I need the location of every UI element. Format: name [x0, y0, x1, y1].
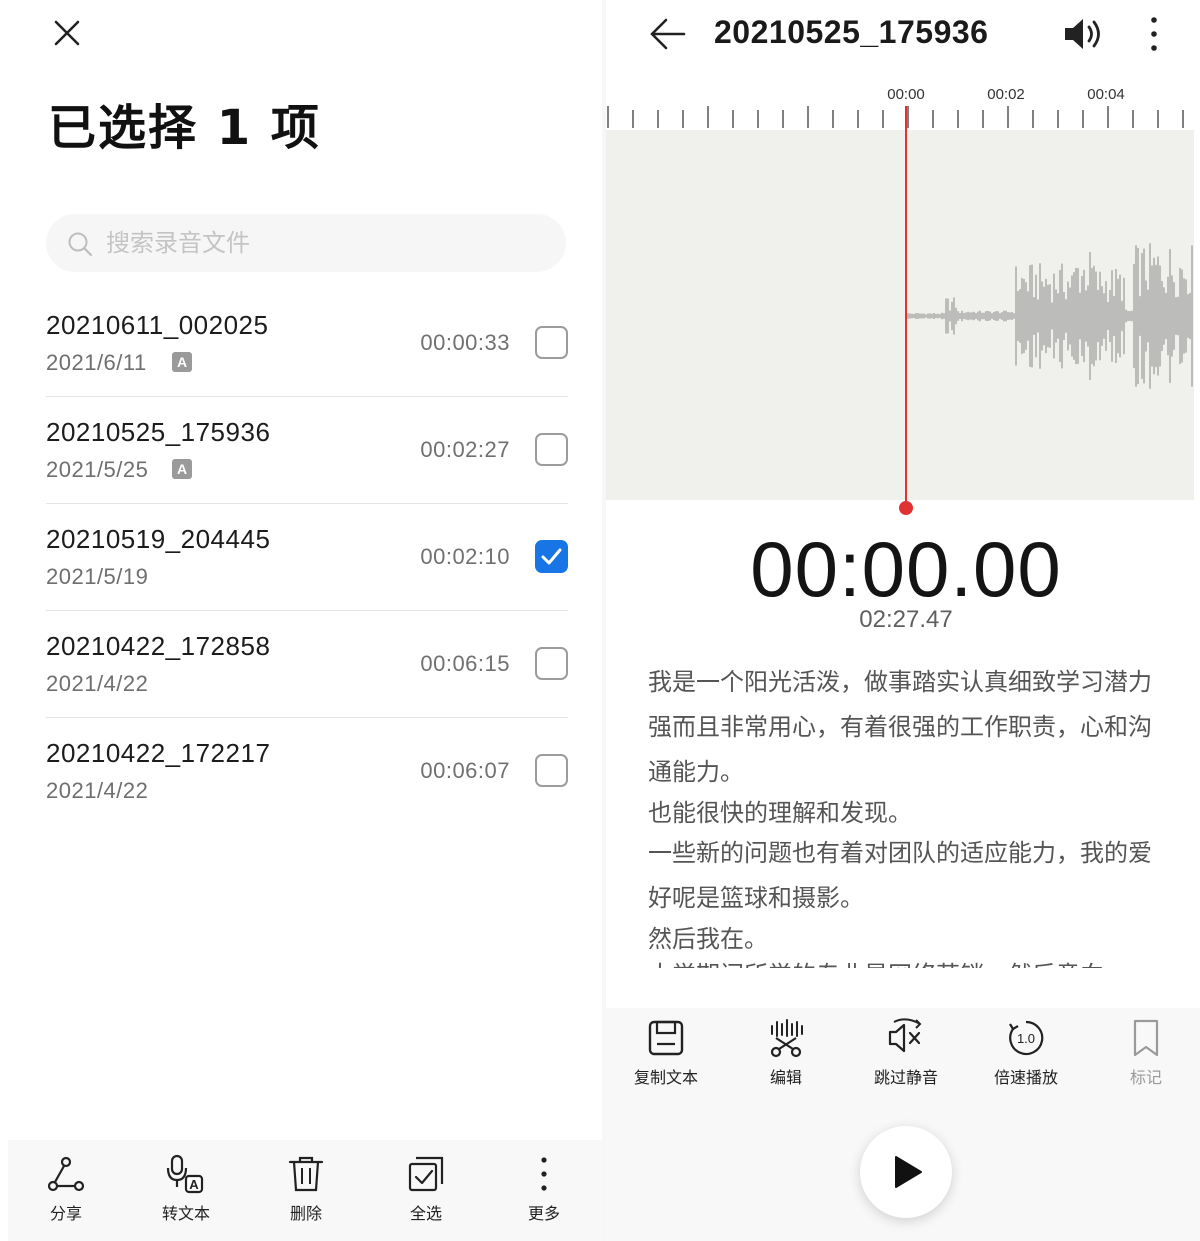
recording-date: 2021/6/11: [46, 350, 147, 375]
recording-date: 2021/4/22: [46, 778, 149, 803]
delete-button[interactable]: 删除: [266, 1154, 346, 1234]
skip-silence-icon: [888, 1018, 922, 1053]
play-button[interactable]: [860, 1126, 952, 1218]
waveform-area[interactable]: [606, 130, 1194, 500]
select-all-icon: [408, 1156, 444, 1192]
select-all-button[interactable]: 全选: [386, 1154, 466, 1234]
recording-duration: 00:00:33: [420, 330, 510, 355]
recording-checkbox[interactable]: [535, 433, 568, 466]
recording-list: 20210611_002025 2021/6/11 A 00:00:33 202…: [46, 290, 568, 825]
playhead-line[interactable]: [905, 106, 907, 504]
search-input[interactable]: [106, 222, 546, 264]
more-vertical-icon[interactable]: [1140, 12, 1168, 56]
copy-text-button[interactable]: 复制文本: [618, 1018, 714, 1098]
skip-silence-label: 跳过静音: [873, 1068, 938, 1087]
selection-panel: 已选择 1 项 20210611_002025 2021/6/11 A 00:0…: [0, 0, 602, 1241]
trash-icon: [288, 1156, 324, 1192]
playhead-handle[interactable]: [899, 501, 913, 515]
recording-row[interactable]: 20210519_204445 2021/5/19 00:02:10: [46, 504, 568, 611]
share-label: 分享: [49, 1204, 82, 1223]
recording-row[interactable]: 20210422_172858 2021/4/22 00:06:15: [46, 611, 568, 718]
speech-to-text-icon: A: [166, 1154, 204, 1194]
skip-silence-button[interactable]: 跳过静音: [858, 1018, 954, 1098]
transcribed-badge-icon: A: [172, 352, 192, 372]
edit-cut-icon: [770, 1019, 803, 1058]
transcript-line: 也能很快的理解和发现。: [648, 799, 912, 827]
transcript-line: 然后我在。: [648, 925, 768, 953]
svg-text:A: A: [189, 1177, 199, 1192]
recording-name: 20210525_175936: [46, 417, 271, 447]
recording-duration: 00:06:07: [420, 758, 510, 783]
recording-checkbox-checked[interactable]: [535, 540, 568, 573]
search-icon: [68, 232, 93, 257]
play-icon: [895, 1156, 922, 1188]
bookmark-button[interactable]: 标记: [1098, 1018, 1194, 1098]
more-vertical-icon: [541, 1157, 547, 1191]
edit-label: 编辑: [769, 1068, 802, 1087]
checkmark-icon: [541, 548, 562, 565]
delete-label: 删除: [289, 1204, 322, 1223]
more-button[interactable]: 更多: [504, 1154, 584, 1234]
timeline-ruler: 00:00 00:02 00:04: [606, 80, 1200, 130]
close-icon[interactable]: [48, 14, 86, 52]
bottom-action-bar: 分享 A 转文本 删除 全选 更多: [8, 1140, 602, 1241]
timeline-label: 00:04: [1087, 86, 1125, 103]
more-label: 更多: [527, 1204, 560, 1223]
recording-checkbox[interactable]: [535, 754, 568, 787]
recording-date: 2021/4/22: [46, 671, 149, 696]
player-toolbar: 复制文本 编辑 跳过静音 1.0 倍速播放 标记: [606, 1008, 1200, 1241]
playback-speed-label: 倍速播放: [993, 1068, 1058, 1087]
speed-value: 1.0: [1017, 1031, 1035, 1046]
selection-title: 已选择 1 项: [48, 100, 321, 156]
recording-checkbox[interactable]: [535, 647, 568, 680]
player-panel: 20210525_175936 00:00 00:02 00:04 00:00.…: [606, 0, 1200, 1241]
timeline-label: 00:02: [987, 86, 1025, 103]
copy-text-icon: [648, 1020, 684, 1056]
recording-duration: 00:02:27: [420, 437, 510, 462]
recording-checkbox[interactable]: [535, 326, 568, 359]
recording-title: 20210525_175936: [714, 14, 989, 50]
playback-speed-button[interactable]: 1.0 倍速播放: [978, 1018, 1074, 1098]
transcript-line: 大学期间所学的专业是网络营销，然后意向: [648, 957, 1160, 968]
recording-name: 20210422_172858: [46, 631, 271, 661]
transcript-text: 我是一个阳光活泼，做事踏实认真细致学习潜力强而且非常用心，有着很强的工作职责，心…: [648, 660, 1160, 968]
recording-date: 2021/5/19: [46, 564, 149, 589]
transcript-line: 我是一个阳光活泼，做事踏实认真细致学习潜力强而且非常用心，有着很强的工作职责，心…: [648, 668, 1152, 786]
bookmark-label: 标记: [1129, 1068, 1162, 1087]
to-text-button[interactable]: A 转文本: [146, 1154, 226, 1234]
bookmark-icon: [1133, 1019, 1159, 1057]
recording-row[interactable]: 20210525_175936 2021/5/25 A 00:02:27: [46, 397, 568, 504]
recording-date: 2021/5/25: [46, 457, 149, 482]
edit-button[interactable]: 编辑: [738, 1018, 834, 1098]
transcribed-badge-icon: A: [172, 459, 192, 479]
speaker-icon[interactable]: [1062, 14, 1106, 54]
search-bar[interactable]: [46, 214, 566, 272]
waveform: [905, 243, 1193, 389]
transcript-line: 一些新的问题也有着对团队的适应能力，我的爱好呢是篮球和摄影。: [648, 839, 1152, 912]
back-arrow-icon[interactable]: [646, 12, 690, 56]
copy-text-label: 复制文本: [633, 1068, 698, 1087]
playback-speed-icon: 1.0: [1009, 1020, 1044, 1056]
recording-name: 20210422_172217: [46, 738, 271, 768]
to-text-label: 转文本: [161, 1204, 210, 1223]
recording-name: 20210611_002025: [46, 310, 269, 340]
recording-row[interactable]: 20210422_172217 2021/4/22 00:06:07: [46, 718, 568, 825]
recording-duration: 00:02:10: [420, 544, 510, 569]
current-time: 00:00.00: [750, 525, 1062, 613]
recording-row[interactable]: 20210611_002025 2021/6/11 A 00:00:33: [46, 290, 568, 397]
total-time: 02:27.47: [859, 606, 953, 633]
share-icon: [47, 1156, 85, 1192]
select-all-label: 全选: [409, 1204, 442, 1223]
share-button[interactable]: 分享: [26, 1154, 106, 1234]
timeline-label: 00:00: [887, 86, 925, 103]
recording-name: 20210519_204445: [46, 524, 271, 554]
recording-duration: 00:06:15: [420, 651, 510, 676]
